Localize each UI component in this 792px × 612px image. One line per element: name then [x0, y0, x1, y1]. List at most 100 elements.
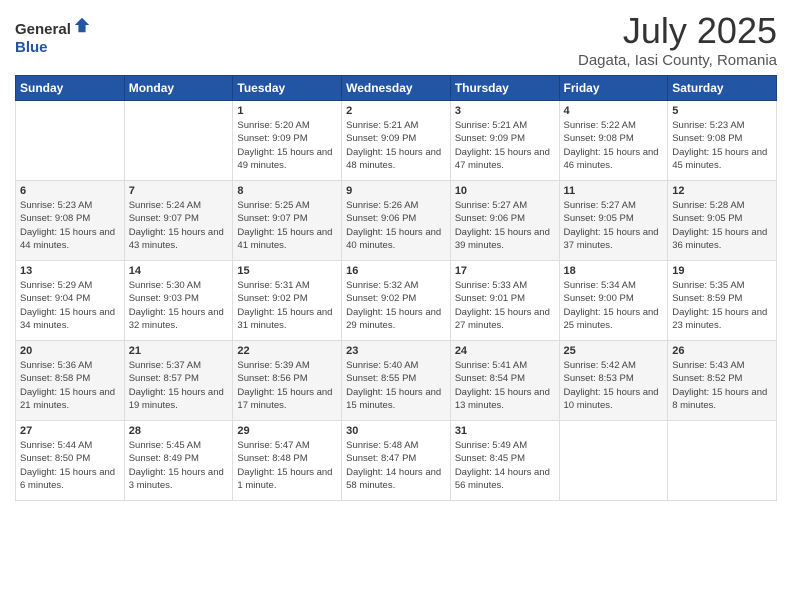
calendar-cell: 5 Sunrise: 5:23 AM Sunset: 9:08 PM Daylig… — [668, 101, 777, 181]
day-number: 1 — [237, 105, 337, 117]
calendar-cell: 19 Sunrise: 5:35 AM Sunset: 8:59 PM Dayli… — [668, 261, 777, 341]
day-detail: Sunrise: 5:49 AM Sunset: 8:45 PM Dayligh… — [455, 439, 555, 492]
weekday-header-friday: Friday — [559, 76, 668, 101]
day-number: 12 — [672, 185, 772, 197]
logo-blue: Blue — [15, 39, 48, 56]
day-detail: Sunrise: 5:44 AM Sunset: 8:50 PM Dayligh… — [20, 439, 120, 492]
day-number: 28 — [129, 425, 229, 437]
calendar-cell: 3 Sunrise: 5:21 AM Sunset: 9:09 PM Daylig… — [450, 101, 559, 181]
calendar-cell — [124, 101, 233, 181]
calendar-cell: 21Sunrise: 5:37 AM Sunset: 8:57 PM Dayli… — [124, 341, 233, 421]
calendar-cell: 7 Sunrise: 5:24 AM Sunset: 9:07 PM Daylig… — [124, 181, 233, 261]
day-number: 9 — [346, 185, 446, 197]
day-detail: Sunrise: 5:34 AM Sunset: 9:00 PM Dayligh… — [564, 279, 664, 332]
calendar-cell: 26 Sunrise: 5:43 AM Sunset: 8:52 PM Dayli… — [668, 341, 777, 421]
calendar-cell — [668, 421, 777, 501]
day-detail: Sunrise: 5:20 AM Sunset: 9:09 PM Dayligh… — [237, 119, 337, 172]
day-detail: Sunrise: 5:23 AM Sunset: 9:08 PM Dayligh… — [20, 199, 120, 252]
weekday-header-saturday: Saturday — [668, 76, 777, 101]
calendar-cell: 12Sunrise: 5:28 AM Sunset: 9:05 PM Dayli… — [668, 181, 777, 261]
calendar-table: SundayMondayTuesdayWednesdayThursdayFrid… — [15, 75, 777, 501]
day-number: 20 — [20, 345, 120, 357]
day-number: 22 — [237, 345, 337, 357]
day-detail: Sunrise: 5:21 AM Sunset: 9:09 PM Dayligh… — [346, 119, 446, 172]
calendar-cell: 6 Sunrise: 5:23 AM Sunset: 9:08 PM Daylig… — [16, 181, 125, 261]
day-number: 30 — [346, 425, 446, 437]
calendar-cell: 28 Sunrise: 5:45 AM Sunset: 8:49 PM Dayli… — [124, 421, 233, 501]
calendar-week-row: 1 Sunrise: 5:20 AM Sunset: 9:09 PM Daylig… — [16, 101, 777, 181]
day-number: 3 — [455, 105, 555, 117]
day-number: 2 — [346, 105, 446, 117]
day-number: 8 — [237, 185, 337, 197]
day-detail: Sunrise: 5:33 AM Sunset: 9:01 PM Dayligh… — [455, 279, 555, 332]
calendar-cell: 27 Sunrise: 5:44 AM Sunset: 8:50 PM Dayli… — [16, 421, 125, 501]
weekday-header-row: SundayMondayTuesdayWednesdayThursdayFrid… — [16, 76, 777, 101]
day-detail: Sunrise: 5:45 AM Sunset: 8:49 PM Dayligh… — [129, 439, 229, 492]
calendar-cell — [559, 421, 668, 501]
calendar-cell: 22 Sunrise: 5:39 AM Sunset: 8:56 PM Dayli… — [233, 341, 342, 421]
day-number: 7 — [129, 185, 229, 197]
day-number: 26 — [672, 345, 772, 357]
day-detail: Sunrise: 5:31 AM Sunset: 9:02 PM Dayligh… — [237, 279, 337, 332]
day-number: 6 — [20, 185, 120, 197]
calendar-cell: 9 Sunrise: 5:26 AM Sunset: 9:06 PM Daylig… — [342, 181, 451, 261]
calendar-cell: 20 Sunrise: 5:36 AM Sunset: 8:58 PM Dayli… — [16, 341, 125, 421]
calendar-cell: 31Sunrise: 5:49 AM Sunset: 8:45 PM Dayli… — [450, 421, 559, 501]
calendar-cell: 25Sunrise: 5:42 AM Sunset: 8:53 PM Dayli… — [559, 341, 668, 421]
calendar-cell — [16, 101, 125, 181]
day-detail: Sunrise: 5:27 AM Sunset: 9:05 PM Dayligh… — [564, 199, 664, 252]
calendar-week-row: 13 Sunrise: 5:29 AM Sunset: 9:04 PM Dayli… — [16, 261, 777, 341]
day-number: 15 — [237, 265, 337, 277]
calendar-cell: 1 Sunrise: 5:20 AM Sunset: 9:09 PM Daylig… — [233, 101, 342, 181]
day-detail: Sunrise: 5:27 AM Sunset: 9:06 PM Dayligh… — [455, 199, 555, 252]
day-detail: Sunrise: 5:32 AM Sunset: 9:02 PM Dayligh… — [346, 279, 446, 332]
day-number: 25 — [564, 345, 664, 357]
calendar-week-row: 6 Sunrise: 5:23 AM Sunset: 9:08 PM Daylig… — [16, 181, 777, 261]
day-detail: Sunrise: 5:47 AM Sunset: 8:48 PM Dayligh… — [237, 439, 337, 492]
calendar-cell: 29Sunrise: 5:47 AM Sunset: 8:48 PM Dayli… — [233, 421, 342, 501]
day-detail: Sunrise: 5:43 AM Sunset: 8:52 PM Dayligh… — [672, 359, 772, 412]
calendar-cell: 16 Sunrise: 5:32 AM Sunset: 9:02 PM Dayli… — [342, 261, 451, 341]
weekday-header-thursday: Thursday — [450, 76, 559, 101]
day-detail: Sunrise: 5:36 AM Sunset: 8:58 PM Dayligh… — [20, 359, 120, 412]
header: General Blue July 2025 Dagata, Iasi Coun… — [15, 10, 777, 69]
calendar-cell: 17 Sunrise: 5:33 AM Sunset: 9:01 PM Dayli… — [450, 261, 559, 341]
calendar-cell: 14Sunrise: 5:30 AM Sunset: 9:03 PM Dayli… — [124, 261, 233, 341]
logo-icon — [73, 16, 91, 34]
weekday-header-tuesday: Tuesday — [233, 76, 342, 101]
day-detail: Sunrise: 5:26 AM Sunset: 9:06 PM Dayligh… — [346, 199, 446, 252]
day-number: 24 — [455, 345, 555, 357]
day-number: 10 — [455, 185, 555, 197]
calendar-cell: 23 Sunrise: 5:40 AM Sunset: 8:55 PM Dayli… — [342, 341, 451, 421]
calendar-cell: 15 Sunrise: 5:31 AM Sunset: 9:02 PM Dayli… — [233, 261, 342, 341]
day-detail: Sunrise: 5:23 AM Sunset: 9:08 PM Dayligh… — [672, 119, 772, 172]
day-detail: Sunrise: 5:35 AM Sunset: 8:59 PM Dayligh… — [672, 279, 772, 332]
day-number: 27 — [20, 425, 120, 437]
day-detail: Sunrise: 5:21 AM Sunset: 9:09 PM Dayligh… — [455, 119, 555, 172]
day-detail: Sunrise: 5:48 AM Sunset: 8:47 PM Dayligh… — [346, 439, 446, 492]
day-detail: Sunrise: 5:24 AM Sunset: 9:07 PM Dayligh… — [129, 199, 229, 252]
day-detail: Sunrise: 5:25 AM Sunset: 9:07 PM Dayligh… — [237, 199, 337, 252]
title-area: July 2025 Dagata, Iasi County, Romania — [578, 10, 777, 69]
day-number: 5 — [672, 105, 772, 117]
calendar-cell: 24Sunrise: 5:41 AM Sunset: 8:54 PM Dayli… — [450, 341, 559, 421]
day-detail: Sunrise: 5:39 AM Sunset: 8:56 PM Dayligh… — [237, 359, 337, 412]
calendar-cell: 13 Sunrise: 5:29 AM Sunset: 9:04 PM Dayli… — [16, 261, 125, 341]
day-detail: Sunrise: 5:40 AM Sunset: 8:55 PM Dayligh… — [346, 359, 446, 412]
logo: General Blue — [15, 16, 91, 57]
calendar-week-row: 20 Sunrise: 5:36 AM Sunset: 8:58 PM Dayli… — [16, 341, 777, 421]
day-number: 4 — [564, 105, 664, 117]
day-detail: Sunrise: 5:29 AM Sunset: 9:04 PM Dayligh… — [20, 279, 120, 332]
weekday-header-monday: Monday — [124, 76, 233, 101]
calendar-cell: 4 Sunrise: 5:22 AM Sunset: 9:08 PM Daylig… — [559, 101, 668, 181]
day-number: 19 — [672, 265, 772, 277]
day-number: 13 — [20, 265, 120, 277]
day-number: 14 — [129, 265, 229, 277]
location-title: Dagata, Iasi County, Romania — [578, 52, 777, 69]
day-number: 17 — [455, 265, 555, 277]
day-detail: Sunrise: 5:22 AM Sunset: 9:08 PM Dayligh… — [564, 119, 664, 172]
calendar-cell: 30 Sunrise: 5:48 AM Sunset: 8:47 PM Dayli… — [342, 421, 451, 501]
day-number: 23 — [346, 345, 446, 357]
calendar-cell: 18Sunrise: 5:34 AM Sunset: 9:00 PM Dayli… — [559, 261, 668, 341]
day-number: 16 — [346, 265, 446, 277]
